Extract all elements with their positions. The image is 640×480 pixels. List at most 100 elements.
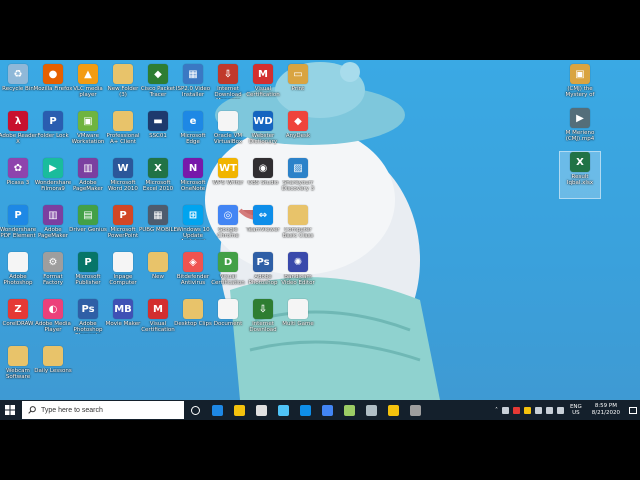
desktop-icon-result-iqbal-xlsx[interactable]: X Result Iqbal.xlsx [559, 151, 601, 199]
teamviewer-icon: ⇔ [253, 205, 273, 225]
media-player-icon: ◐ [43, 299, 63, 319]
desktop-icon-adobe-photoshop-elements[interactable]: Ps Adobe Photoshop Elements [68, 299, 108, 345]
powerpoint-icon: P [113, 205, 133, 225]
desktop-icon-anydesk[interactable]: ◆ AnyDesk [278, 111, 318, 157]
desktop-icon-wondershare-filmora9[interactable]: ▶ Wondershare Filmora9 [33, 158, 73, 204]
desktop-icon-webster-dictionary[interactable]: WD Webster Dictionary [243, 111, 283, 157]
desktop-icon-document[interactable]: Document [208, 299, 248, 345]
taskbar-mail-button[interactable] [250, 400, 272, 420]
desktop-icon-driver-genius[interactable]: ▤ Driver Genius [68, 205, 108, 251]
clock[interactable]: 8:59 PM 8/21/2020 [592, 403, 620, 417]
word-icon: W [113, 158, 133, 178]
desktop-icon-movie-maker[interactable]: MB Movie Maker [103, 299, 143, 345]
desktop-icon-microsoft-word-2010[interactable]: W Microsoft Word 2010 [103, 158, 143, 204]
filmora-icon: ▶ [43, 158, 63, 178]
desktop-icon-microsoft-edge[interactable]: e Microsoft Edge [173, 111, 213, 157]
taskbar-tool-button[interactable] [360, 400, 382, 420]
language-indicator[interactable]: ENG US [570, 404, 582, 416]
folder-icon [8, 346, 28, 366]
desktop-icon-visual-certification[interactable]: M Visual Certification [243, 64, 283, 110]
desktop-icon-daily-lessons[interactable]: Daily Lessons [33, 346, 73, 392]
taskbar-network-button[interactable] [272, 400, 294, 420]
desktop-icon-adobe-pagemaker[interactable]: ▥ Adobe PageMaker [33, 205, 73, 251]
desktop-icon-microsoft-publisher[interactable]: P Microsoft Publisher [68, 252, 108, 298]
desktop-icon-internet-download[interactable]: ⇩ Internet Download [243, 299, 283, 345]
desktop-icon-bitdefender-antivirus[interactable]: ◈ Bitdefender Antivirus [173, 252, 213, 298]
desktop-icon-windows-10-update-assistant[interactable]: ⊞ Windows 10 Update Assistant [173, 205, 213, 251]
desktop-icon-new[interactable]: New [138, 252, 178, 298]
action-center-button[interactable] [626, 400, 640, 420]
desktop-icon-cisco-packet-tracer[interactable]: ◆ Cisco Packet Tracer [138, 64, 178, 110]
taskbar-teamviewer-button[interactable] [294, 400, 316, 420]
show-hidden-icons-chevron-icon[interactable]: ˄ [495, 407, 498, 414]
desktop-icon-label: Mozilla Firefox [33, 86, 73, 92]
desktop-icon-label: OBS Studio [247, 180, 279, 186]
desktop-icon-inpage-computer[interactable]: Inpage Computer [103, 252, 143, 298]
tray-app-icon[interactable] [523, 406, 531, 414]
desktop-icon-bandicam-video-editor[interactable]: ✺ Bandicam Video Editor [278, 252, 318, 298]
desktop-icon-microsoft-onenote[interactable]: N Microsoft OneNote [173, 158, 213, 204]
desktop-icon-microsoft-excel-2010[interactable]: X Microsoft Excel 2010 [138, 158, 178, 204]
desktop-icon-visual-certification[interactable]: M Visual Certification [138, 299, 178, 345]
teamviewer-icon [299, 404, 311, 416]
taskbar-task-view-button[interactable] [184, 400, 206, 420]
desktop-icon-label: TeamViewer [246, 227, 280, 233]
desktop-icon-format-factory[interactable]: ⚙ Format Factory [33, 252, 73, 298]
taskbar-store-button[interactable] [228, 400, 250, 420]
desktop-icon-computer-basic-class[interactable]: Computer Basic Class [278, 205, 318, 251]
photoshop-icon: Ps [78, 299, 98, 319]
desktop-icon-adobe-photoshop[interactable]: Ps Adobe Photoshop [243, 252, 283, 298]
taskbar-file-explorer-button[interactable] [382, 400, 404, 420]
desktop-icon-m-merieno-cmj-mp4[interactable]: ▶ M Merieno (CMJ).mp4 [560, 108, 600, 154]
desktop-icon-print[interactable]: ▭ Print [278, 64, 318, 110]
visual-cert-icon: M [148, 299, 168, 319]
desktop-icon-adobe-pagemaker[interactable]: ▥ Adobe PageMaker [68, 158, 108, 204]
desktop-icon-label: Webster Dictionary [248, 133, 278, 145]
desktop-icon-adobe-media-player[interactable]: ◐ Adobe Media Player [33, 299, 73, 345]
taskbar-chrome-button[interactable] [316, 400, 338, 420]
desktop-icon-professional-a-client[interactable]: Professional A+ Client [103, 111, 143, 157]
desktop-icon-label: Format Factory [42, 274, 64, 286]
desktop-icon-label: New [152, 274, 164, 280]
desktop-icon-mozilla-firefox[interactable]: ● Mozilla Firefox [33, 64, 73, 110]
desktop-icon-pubg-mobile[interactable]: ▦ PUBG MOBILE [138, 205, 178, 251]
desktop-icon-desktop-clips[interactable]: Desktop Clips [173, 299, 213, 345]
desktop-icon-oracle-vm-virtualbox[interactable]: Oracle VM VirtualBox [208, 111, 248, 157]
desktop-icon-shareyourr-discovery-3[interactable]: ▨ Shareyourr Discovery 3 [278, 158, 318, 204]
volume-icon[interactable] [556, 406, 564, 414]
desktop[interactable]: ♻ Recycle Bin ● Mozilla Firefox ▲ VLC media p… [0, 60, 640, 420]
desktop-icon-new-folder-3[interactable]: New Folder (3) [103, 64, 143, 110]
search-input[interactable]: Type here to search [22, 401, 184, 419]
wifi-icon[interactable] [545, 406, 553, 414]
desktop-icon-teamviewer[interactable]: ⇔ TeamViewer [243, 205, 283, 251]
desktop-icon-internet-download-manager[interactable]: ⇩ Internet Download Manager [208, 64, 248, 110]
start-button[interactable] [0, 400, 20, 420]
pagemaker-icon: ▥ [43, 205, 63, 225]
desktop-icon-microsoft-powerpoint[interactable]: P Microsoft PowerPoint [103, 205, 143, 251]
desktop-icon-vlc-media-player[interactable]: ▲ VLC media player [68, 64, 108, 110]
installer-icon: ▦ [183, 64, 203, 84]
desktop-icon-multi-game[interactable]: Multi Game [278, 299, 318, 345]
desktop-icon-cmj-the-mystery-of[interactable]: ▣ (CMJ) the Mystery of [560, 64, 600, 110]
desktop-icon-label: Cisco Packet Tracer [140, 86, 176, 98]
moviemaker-icon: MB [113, 299, 133, 319]
desktop-icon-obs-studio[interactable]: ◉ OBS Studio [243, 158, 283, 204]
desktop-icon-visual-certification[interactable]: D Visual Certification [208, 252, 248, 298]
desktop-icon-google-chrome[interactable]: ◎ Google Chrome [208, 205, 248, 251]
taskbar-packet-tracer-button[interactable] [338, 400, 360, 420]
tray-app-icon[interactable] [501, 406, 509, 414]
excel-icon: X [148, 158, 168, 178]
taskbar-edge-button[interactable] [206, 400, 228, 420]
desktop-icon-label: Document [213, 321, 243, 327]
tray-app-icon[interactable] [512, 406, 520, 414]
task-view-icon [190, 405, 200, 415]
desktop-icon-folder-lock[interactable]: P Folder Lock [33, 111, 73, 157]
tray-app-icon[interactable] [534, 406, 542, 414]
desktop-icon-wps-writer[interactable]: WT WPS Writer [208, 158, 248, 204]
desktop-icon-vmware-workstation[interactable]: ▣ VMware Workstation [68, 111, 108, 157]
desktop-icon-ssc01[interactable]: ▬ SSC01 [138, 111, 178, 157]
desktop-icon-label: VMware Workstation [71, 133, 105, 145]
taskbar-obs-button[interactable] [404, 400, 426, 420]
desktop-icon-isp2-0-video-installer[interactable]: ▦ ISP2.0 Video Installer [173, 64, 213, 110]
desktop-icon-label: AnyDesk [285, 133, 311, 139]
